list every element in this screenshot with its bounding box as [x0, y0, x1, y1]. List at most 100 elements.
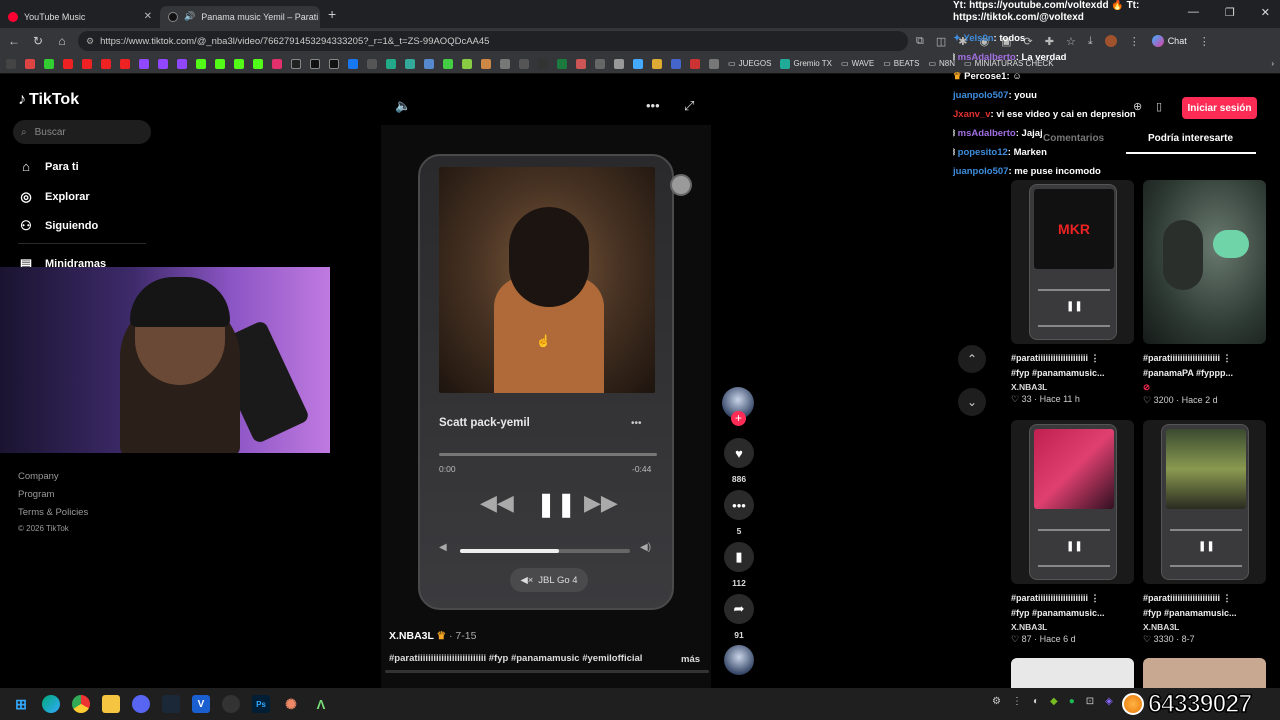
new-tab-button[interactable]: + [328, 6, 336, 22]
x-icon[interactable] [329, 58, 339, 69]
file-explorer-icon[interactable] [102, 695, 120, 713]
youtube-icon[interactable] [82, 58, 92, 69]
kick-icon[interactable] [196, 58, 206, 69]
volume-slider[interactable] [460, 549, 630, 553]
output-device-button[interactable]: ◀× JBL Go 4 [510, 568, 588, 592]
bookmark-icon[interactable]: ▮ [724, 542, 754, 572]
bookmark-icon[interactable] [709, 58, 719, 69]
bookmark-icon[interactable] [462, 58, 472, 69]
app-icon[interactable]: ✺ [282, 695, 300, 713]
bookmark-folder-juegos[interactable]: ▭ JUEGOS [728, 59, 771, 68]
video-thumbnail[interactable]: ❚❚ [1143, 420, 1266, 584]
suggested-video-card[interactable] [1011, 658, 1134, 688]
nav-explorar[interactable]: ◎ Explorar [18, 189, 89, 205]
close-tab-icon[interactable]: ✕ [144, 11, 152, 22]
twitch-icon[interactable] [139, 58, 149, 69]
heart-icon[interactable]: ♥ [724, 438, 754, 468]
footer-terms[interactable]: Terms & Policies [18, 507, 88, 518]
drive-icon[interactable] [44, 58, 54, 69]
bookmark-folder-beats[interactable]: ▭ BEATS [883, 59, 919, 68]
tray-icon[interactable]: ⊡ [1086, 696, 1094, 707]
previous-video-button[interactable]: ⌃ [958, 345, 986, 373]
author-name[interactable]: X.NBA3L [389, 630, 434, 642]
youtube-icon[interactable] [63, 58, 73, 69]
card-author[interactable]: X.NBA3L [1011, 382, 1134, 392]
youtube-icon[interactable] [101, 58, 111, 69]
more-button[interactable]: más [681, 654, 700, 665]
youtube-icon[interactable] [120, 58, 130, 69]
suggested-video-card[interactable] [1143, 658, 1266, 688]
suggested-video-card[interactable]: #paratiiiiiiiiiiiiiiiiiiii ⋮ #panamaPA #f… [1143, 180, 1266, 406]
url-field[interactable]: ⚙ https://www.tiktok.com/@_nba3l/video/7… [78, 31, 908, 51]
chrome-icon[interactable] [72, 695, 90, 713]
extension-icon[interactable]: ⧉ [916, 35, 924, 48]
sound-avatar-icon[interactable] [724, 645, 754, 675]
facebook-icon[interactable] [348, 58, 358, 69]
bookmark-icon[interactable] [690, 58, 700, 69]
bookmark-icon[interactable] [443, 58, 453, 69]
nvidia-icon[interactable]: ◆ [1050, 696, 1058, 707]
follow-plus-icon[interactable]: + [731, 411, 746, 426]
site-info-icon[interactable]: ⚙ [86, 36, 94, 47]
search-input[interactable]: ⌕ Buscar [13, 120, 151, 144]
bookmark-icon[interactable] [652, 58, 662, 69]
bookmark-icon[interactable] [386, 58, 396, 69]
bookmark-icon[interactable] [519, 58, 529, 69]
fullscreen-icon[interactable]: ⤢ [684, 98, 694, 114]
volume-icon[interactable]: 🔈 [395, 98, 411, 114]
back-icon[interactable]: ← [6, 34, 22, 48]
bookmark-icon[interactable] [633, 58, 643, 69]
tray-icon[interactable]: ⋮ [1012, 696, 1022, 707]
author-avatar[interactable]: + [722, 387, 754, 426]
maximize-icon[interactable]: ❐ [1225, 6, 1235, 19]
reload-icon[interactable]: ↻ [30, 34, 46, 48]
photoshop-icon[interactable]: Ps [252, 695, 270, 713]
suggested-video-card[interactable]: MKR ❚❚ #paratiiiiiiiiiiiiiiiiiiii ⋮ #fyp … [1011, 180, 1134, 405]
minimize-icon[interactable]: — [1188, 6, 1199, 19]
bookmark-icon[interactable] [424, 58, 434, 69]
app-icon[interactable]: Λ [312, 695, 330, 713]
progress-bar[interactable] [439, 453, 657, 456]
bookmark-icon[interactable] [6, 58, 16, 69]
excel-icon[interactable] [557, 58, 567, 69]
suggested-video-card[interactable]: ❚❚ #paratiiiiiiiiiiiiiiiiiiii ⋮ #fyp #pan… [1143, 420, 1266, 645]
twitch-icon[interactable] [158, 58, 168, 69]
tiktok-icon[interactable] [291, 58, 301, 69]
x-icon[interactable] [310, 58, 320, 69]
kick-icon[interactable] [215, 58, 225, 69]
forward-icon[interactable]: ▶▶ [584, 490, 618, 516]
bookmark-folder-wave[interactable]: ▭ WAVE [841, 59, 874, 68]
card-author[interactable]: X.NBA3L [1011, 622, 1134, 632]
edge-icon[interactable] [42, 695, 60, 713]
kick-icon[interactable] [253, 58, 263, 69]
song-options-icon[interactable]: ••• [631, 418, 642, 429]
next-video-button[interactable]: ⌄ [958, 388, 986, 416]
bookmark-icon[interactable] [538, 58, 548, 69]
footer-company[interactable]: Company [18, 471, 59, 482]
bookmark-icon[interactable] [481, 58, 491, 69]
tray-icon[interactable]: ⚙ [992, 696, 1001, 707]
share-icon[interactable]: ➦ [724, 594, 754, 624]
tab-youtube-music[interactable]: YouTube Music ✕ [0, 6, 160, 28]
tray-icon[interactable]: ◈ [1105, 696, 1113, 707]
bookmark-icon[interactable] [595, 58, 605, 69]
instagram-icon[interactable] [272, 58, 282, 69]
tiktok-logo[interactable]: ♪ TikTok [18, 91, 79, 109]
video-thumbnail[interactable]: ❚❚ [1011, 420, 1134, 584]
comment-icon[interactable]: ••• [724, 490, 754, 520]
obs-icon[interactable] [222, 695, 240, 713]
extension-icon[interactable]: ◫ [936, 35, 946, 48]
card-author[interactable]: X.NBA3L [1143, 622, 1266, 632]
pause-icon[interactable]: ❚❚ [536, 490, 576, 519]
more-options-icon[interactable]: ••• [646, 98, 660, 113]
video-progress[interactable] [385, 670, 709, 673]
nav-siguiendo[interactable]: ⚇ Siguiendo [18, 218, 98, 234]
home-icon[interactable]: ⌂ [54, 34, 70, 48]
spotify-icon[interactable]: ● [1069, 696, 1075, 707]
steam-icon[interactable] [162, 695, 180, 713]
gmail-icon[interactable] [25, 58, 35, 69]
app-v-icon[interactable]: V [192, 695, 210, 713]
bookmark-folder-n8n[interactable]: ▭ N8N [928, 59, 955, 68]
windows-start-icon[interactable]: ⊞ [12, 695, 30, 713]
bookmark-icon[interactable] [671, 58, 681, 69]
